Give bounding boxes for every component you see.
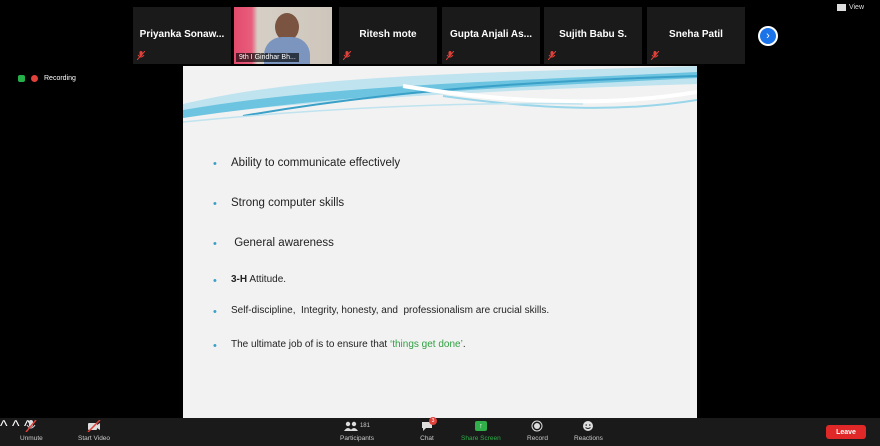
meeting-toolbar: Unmute ^ Start Video ^ 181 Participants … [0,417,880,446]
chat-badge: 3 [429,417,437,425]
participant-tile[interactable]: Priyanka Sonaw... [133,7,231,64]
record-button[interactable]: Record [527,420,548,442]
share-screen-label: Share Screen [461,435,501,442]
participant-name: Priyanka Sonaw... [139,29,225,40]
muted-mic-icon [343,51,351,60]
shared-slide: • Ability to communicate effectively • Str… [183,66,697,418]
view-button[interactable]: View [836,4,864,11]
bullet-icon: • [213,340,217,352]
encryption-shield-icon [18,75,25,82]
participant-name: Sneha Patil [669,29,723,40]
record-label: Record [527,435,548,442]
participant-name: Ritesh mote [359,29,417,40]
participant-tile[interactable]: Gupta Anjali As... [442,7,540,64]
participant-strip: Priyanka Sonaw... 9th I Giridhar Bh... R… [0,0,880,66]
share-screen-button[interactable]: ↑ Share Screen [461,420,501,442]
participants-button[interactable]: 181 Participants [340,420,374,442]
participants-label: Participants [340,435,374,442]
muted-mic-icon [25,420,37,432]
recording-label: Recording [44,75,76,82]
reactions-smiley-icon [583,421,594,431]
bullet-icon: • [213,158,217,170]
participant-name: Gupta Anjali As... [449,29,533,40]
participant-name: Sujith Babu S. [559,29,627,40]
recording-dot-icon [31,75,38,82]
muted-mic-icon [651,51,659,60]
participants-count: 181 [359,423,370,429]
bullet-icon: • [213,238,217,250]
bullet-icon: • [213,275,217,287]
audio-options-caret[interactable]: ^ [0,418,8,435]
muted-mic-icon [137,51,145,60]
participant-video-tile[interactable]: 9th I Giridhar Bh... [234,7,332,64]
muted-mic-icon [446,51,454,60]
bullet-icon: • [213,198,217,210]
chat-button[interactable]: 3 Chat [420,417,437,442]
participant-tile[interactable]: Sujith Babu S. [544,7,642,64]
muted-mic-icon [548,51,556,60]
chevron-right-icon: › [766,30,770,42]
video-off-icon [87,420,101,432]
bullet-icon: • [213,306,217,318]
leave-button[interactable]: Leave [826,425,866,439]
video-options-caret[interactable]: ^ [12,418,20,435]
participants-icon [343,421,358,431]
next-participants-button[interactable]: › [758,26,778,46]
participant-video-label: 9th I Giridhar Bh... [236,53,299,62]
participant-tile[interactable]: Ritesh mote [339,7,437,64]
start-video-label: Start Video [78,435,111,442]
share-screen-icon: ↑ [474,421,487,431]
start-video-button[interactable]: Start Video [78,420,110,442]
view-label: View [848,4,864,11]
unmute-label: Unmute [20,435,43,442]
reactions-label: Reactions [574,435,603,442]
slide-wave-decoration [183,66,697,126]
grid-view-icon [836,4,846,11]
unmute-button[interactable]: Unmute [20,420,43,442]
reactions-button[interactable]: Reactions [574,420,603,442]
participant-tile[interactable]: Sneha Patil [647,7,745,64]
record-icon [531,420,543,432]
recording-indicator[interactable]: Recording [18,75,76,82]
chat-label: Chat [420,435,434,442]
